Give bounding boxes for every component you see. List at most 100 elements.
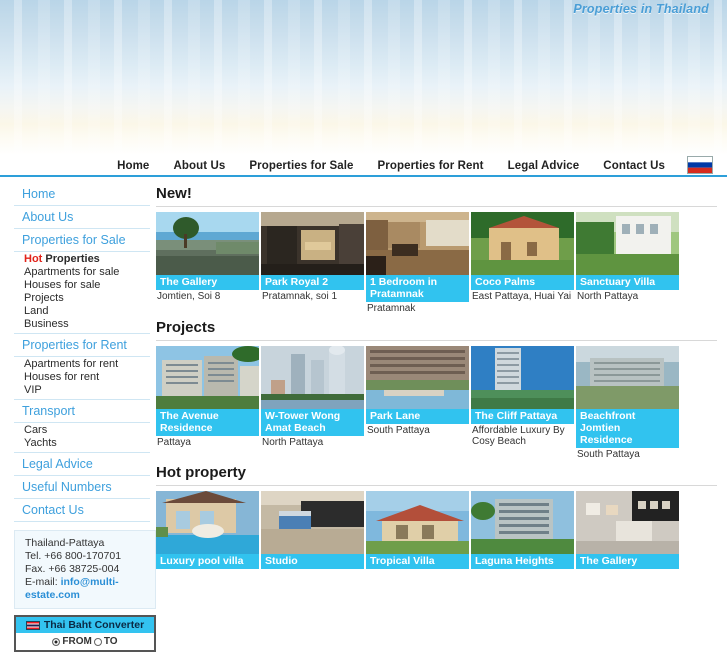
property-thumbnail xyxy=(471,345,574,409)
sidebar-item-useful-numbers[interactable]: Useful Numbers xyxy=(14,476,150,499)
main-content: New! The Gallery Jomtien, Soi 8 Park Roy… xyxy=(150,177,727,569)
nav-item-about-us[interactable]: About Us xyxy=(161,160,237,175)
property-card[interactable]: The Avenue Residence Pattaya xyxy=(156,345,259,461)
property-card[interactable]: Coco Palms East Pattaya, Huai Yai xyxy=(471,212,574,315)
sidebar-item-properties-for-sale[interactable]: Properties for Sale xyxy=(14,229,150,252)
sidebar-item-contact-us[interactable]: Contact Us xyxy=(14,499,150,522)
property-name: Sanctuary Villa xyxy=(576,275,679,290)
converter-header: Thai Baht Converter xyxy=(16,617,154,633)
contact-email-link[interactable]: info@multi- xyxy=(61,576,119,588)
contact-telephone: Tel. +66 800-170701 xyxy=(25,550,122,562)
nav-item-properties-for-rent[interactable]: Properties for Rent xyxy=(366,160,496,175)
property-thumbnail xyxy=(261,345,364,409)
contact-email-link-continued[interactable]: estate.com xyxy=(25,589,80,601)
thai-baht-converter-widget[interactable]: Thai Baht Converter FROM TO xyxy=(14,615,156,652)
property-card[interactable]: Tropical Villa xyxy=(366,491,469,570)
property-location xyxy=(471,569,574,570)
property-name: The Gallery xyxy=(576,554,679,569)
sidebar-item-legal-advice[interactable]: Legal Advice xyxy=(14,453,150,476)
sidebar-subitem-houses-for-rent[interactable]: Houses for rent xyxy=(14,371,150,384)
property-card[interactable]: The Gallery xyxy=(576,491,679,570)
sidebar-sale-subitems: Hot Properties Apartments for sale House… xyxy=(14,252,150,334)
nav-item-properties-for-sale[interactable]: Properties for Sale xyxy=(237,160,365,175)
property-thumbnail xyxy=(261,212,364,275)
property-card[interactable]: Beachfront Jomtien Residence South Patta… xyxy=(576,345,679,461)
property-card[interactable]: Sanctuary Villa North Pattaya xyxy=(576,212,679,315)
property-card[interactable]: Studio xyxy=(261,491,364,570)
property-card[interactable]: Luxury pool villa xyxy=(156,491,259,570)
property-location: North Pattaya xyxy=(577,291,639,302)
property-card[interactable]: The Gallery Jomtien, Soi 8 xyxy=(156,212,259,315)
section-projects: Projects The Avenue Residence Pattaya W-… xyxy=(156,319,717,461)
contact-email-row: E-mail: info@multi- xyxy=(25,576,149,589)
section-hot-property: Hot property Luxury pool villa Studio Tr… xyxy=(156,464,717,570)
property-card[interactable]: W-Tower Wong Amat Beach North Pattaya xyxy=(261,345,364,461)
property-card[interactable]: Laguna Heights xyxy=(471,491,574,570)
property-thumbnail xyxy=(576,345,679,409)
primary-navigation: Home About Us Properties for Sale Proper… xyxy=(0,155,727,177)
property-card[interactable]: Park Lane South Pattaya xyxy=(366,345,469,461)
property-location xyxy=(261,569,364,570)
property-name: Studio xyxy=(261,554,364,569)
converter-from-radio[interactable] xyxy=(52,637,61,646)
converter-title: Thai Baht Converter xyxy=(43,619,145,631)
property-location: North Pattaya xyxy=(262,436,324,448)
site-tagline: Properties in Thailand xyxy=(573,2,709,16)
sidebar-subitem-hot-properties[interactable]: Hot Properties xyxy=(14,253,150,266)
property-location: South Pattaya xyxy=(367,424,430,436)
converter-from-label: FROM xyxy=(62,636,92,647)
card-grid-hot-property: Luxury pool villa Studio Tropical Villa xyxy=(156,491,717,570)
section-title-new: New! xyxy=(156,185,717,207)
property-card[interactable]: 1 Bedroom in Pratamnak Pratamnak xyxy=(366,212,469,315)
property-thumbnail xyxy=(156,212,259,275)
sidebar-item-about-us[interactable]: About Us xyxy=(14,206,150,229)
property-location: Pattaya xyxy=(157,436,191,448)
converter-to-label: TO xyxy=(103,636,118,647)
sidebar-item-properties-for-rent[interactable]: Properties for Rent xyxy=(14,334,150,357)
property-name: Park Lane xyxy=(366,408,469,424)
sidebar-item-home[interactable]: Home xyxy=(14,183,150,206)
property-location xyxy=(366,569,469,570)
sidebar: Home About Us Properties for Sale Hot Pr… xyxy=(0,177,156,652)
section-new: New! The Gallery Jomtien, Soi 8 Park Roy… xyxy=(156,185,717,315)
russian-flag-icon[interactable] xyxy=(687,156,713,174)
sidebar-subitem-apartments-for-rent[interactable]: Apartments for rent xyxy=(14,358,150,371)
nav-item-contact-us[interactable]: Contact Us xyxy=(591,160,677,175)
sidebar-subitem-land[interactable]: Land xyxy=(14,305,150,318)
property-name: W-Tower Wong Amat Beach xyxy=(261,408,364,436)
property-name: Tropical Villa xyxy=(366,554,469,569)
property-thumbnail xyxy=(471,212,574,275)
property-location: Pratamnak, soi 1 xyxy=(262,291,338,302)
contact-fax: Fax. +66 38725-004 xyxy=(25,563,120,575)
nav-item-legal-advice[interactable]: Legal Advice xyxy=(496,160,592,175)
nav-item-home[interactable]: Home xyxy=(105,160,161,175)
property-name: Laguna Heights xyxy=(471,554,574,569)
sidebar-subitem-yachts[interactable]: Yachts xyxy=(14,437,150,450)
sidebar-subitem-houses-for-sale[interactable]: Houses for sale xyxy=(14,279,150,292)
site-header: Properties in Thailand xyxy=(0,0,727,155)
sidebar-subitem-business[interactable]: Business xyxy=(14,318,150,331)
property-card[interactable]: Park Royal 2 Pratamnak, soi 1 xyxy=(261,212,364,315)
hot-label: Hot xyxy=(24,253,43,265)
property-location: Affordable Luxury By Cosy Beach xyxy=(472,424,565,448)
sidebar-rent-subitems: Apartments for rent Houses for rent VIP xyxy=(14,357,150,400)
sidebar-transport-subitems: Cars Yachts xyxy=(14,423,150,453)
sidebar-subitem-cars[interactable]: Cars xyxy=(14,424,150,437)
card-grid-projects: The Avenue Residence Pattaya W-Tower Won… xyxy=(156,345,717,461)
property-thumbnail xyxy=(156,345,259,409)
sidebar-item-transport[interactable]: Transport xyxy=(14,400,150,423)
section-title-projects: Projects xyxy=(156,319,717,341)
sidebar-subitem-vip[interactable]: VIP xyxy=(14,384,150,397)
thai-flag-icon xyxy=(25,620,40,630)
sidebar-subitem-projects[interactable]: Projects xyxy=(14,292,150,305)
contact-info-box: Thailand-Pattaya Tel. +66 800-170701 Fax… xyxy=(14,530,156,609)
property-name: The Gallery xyxy=(156,275,259,290)
sidebar-subitem-apartments-for-sale[interactable]: Apartments for sale xyxy=(14,266,150,279)
card-grid-new: The Gallery Jomtien, Soi 8 Park Royal 2 … xyxy=(156,212,717,315)
page-body: Home About Us Properties for Sale Hot Pr… xyxy=(0,177,727,652)
property-card[interactable]: The Cliff Pattaya Affordable Luxury By C… xyxy=(471,345,574,461)
converter-to-radio[interactable] xyxy=(93,637,102,646)
contact-email-label: E-mail: xyxy=(25,576,58,588)
contact-email-line2: estate.com xyxy=(25,589,149,602)
property-name: 1 Bedroom in Pratamnak xyxy=(366,275,469,302)
